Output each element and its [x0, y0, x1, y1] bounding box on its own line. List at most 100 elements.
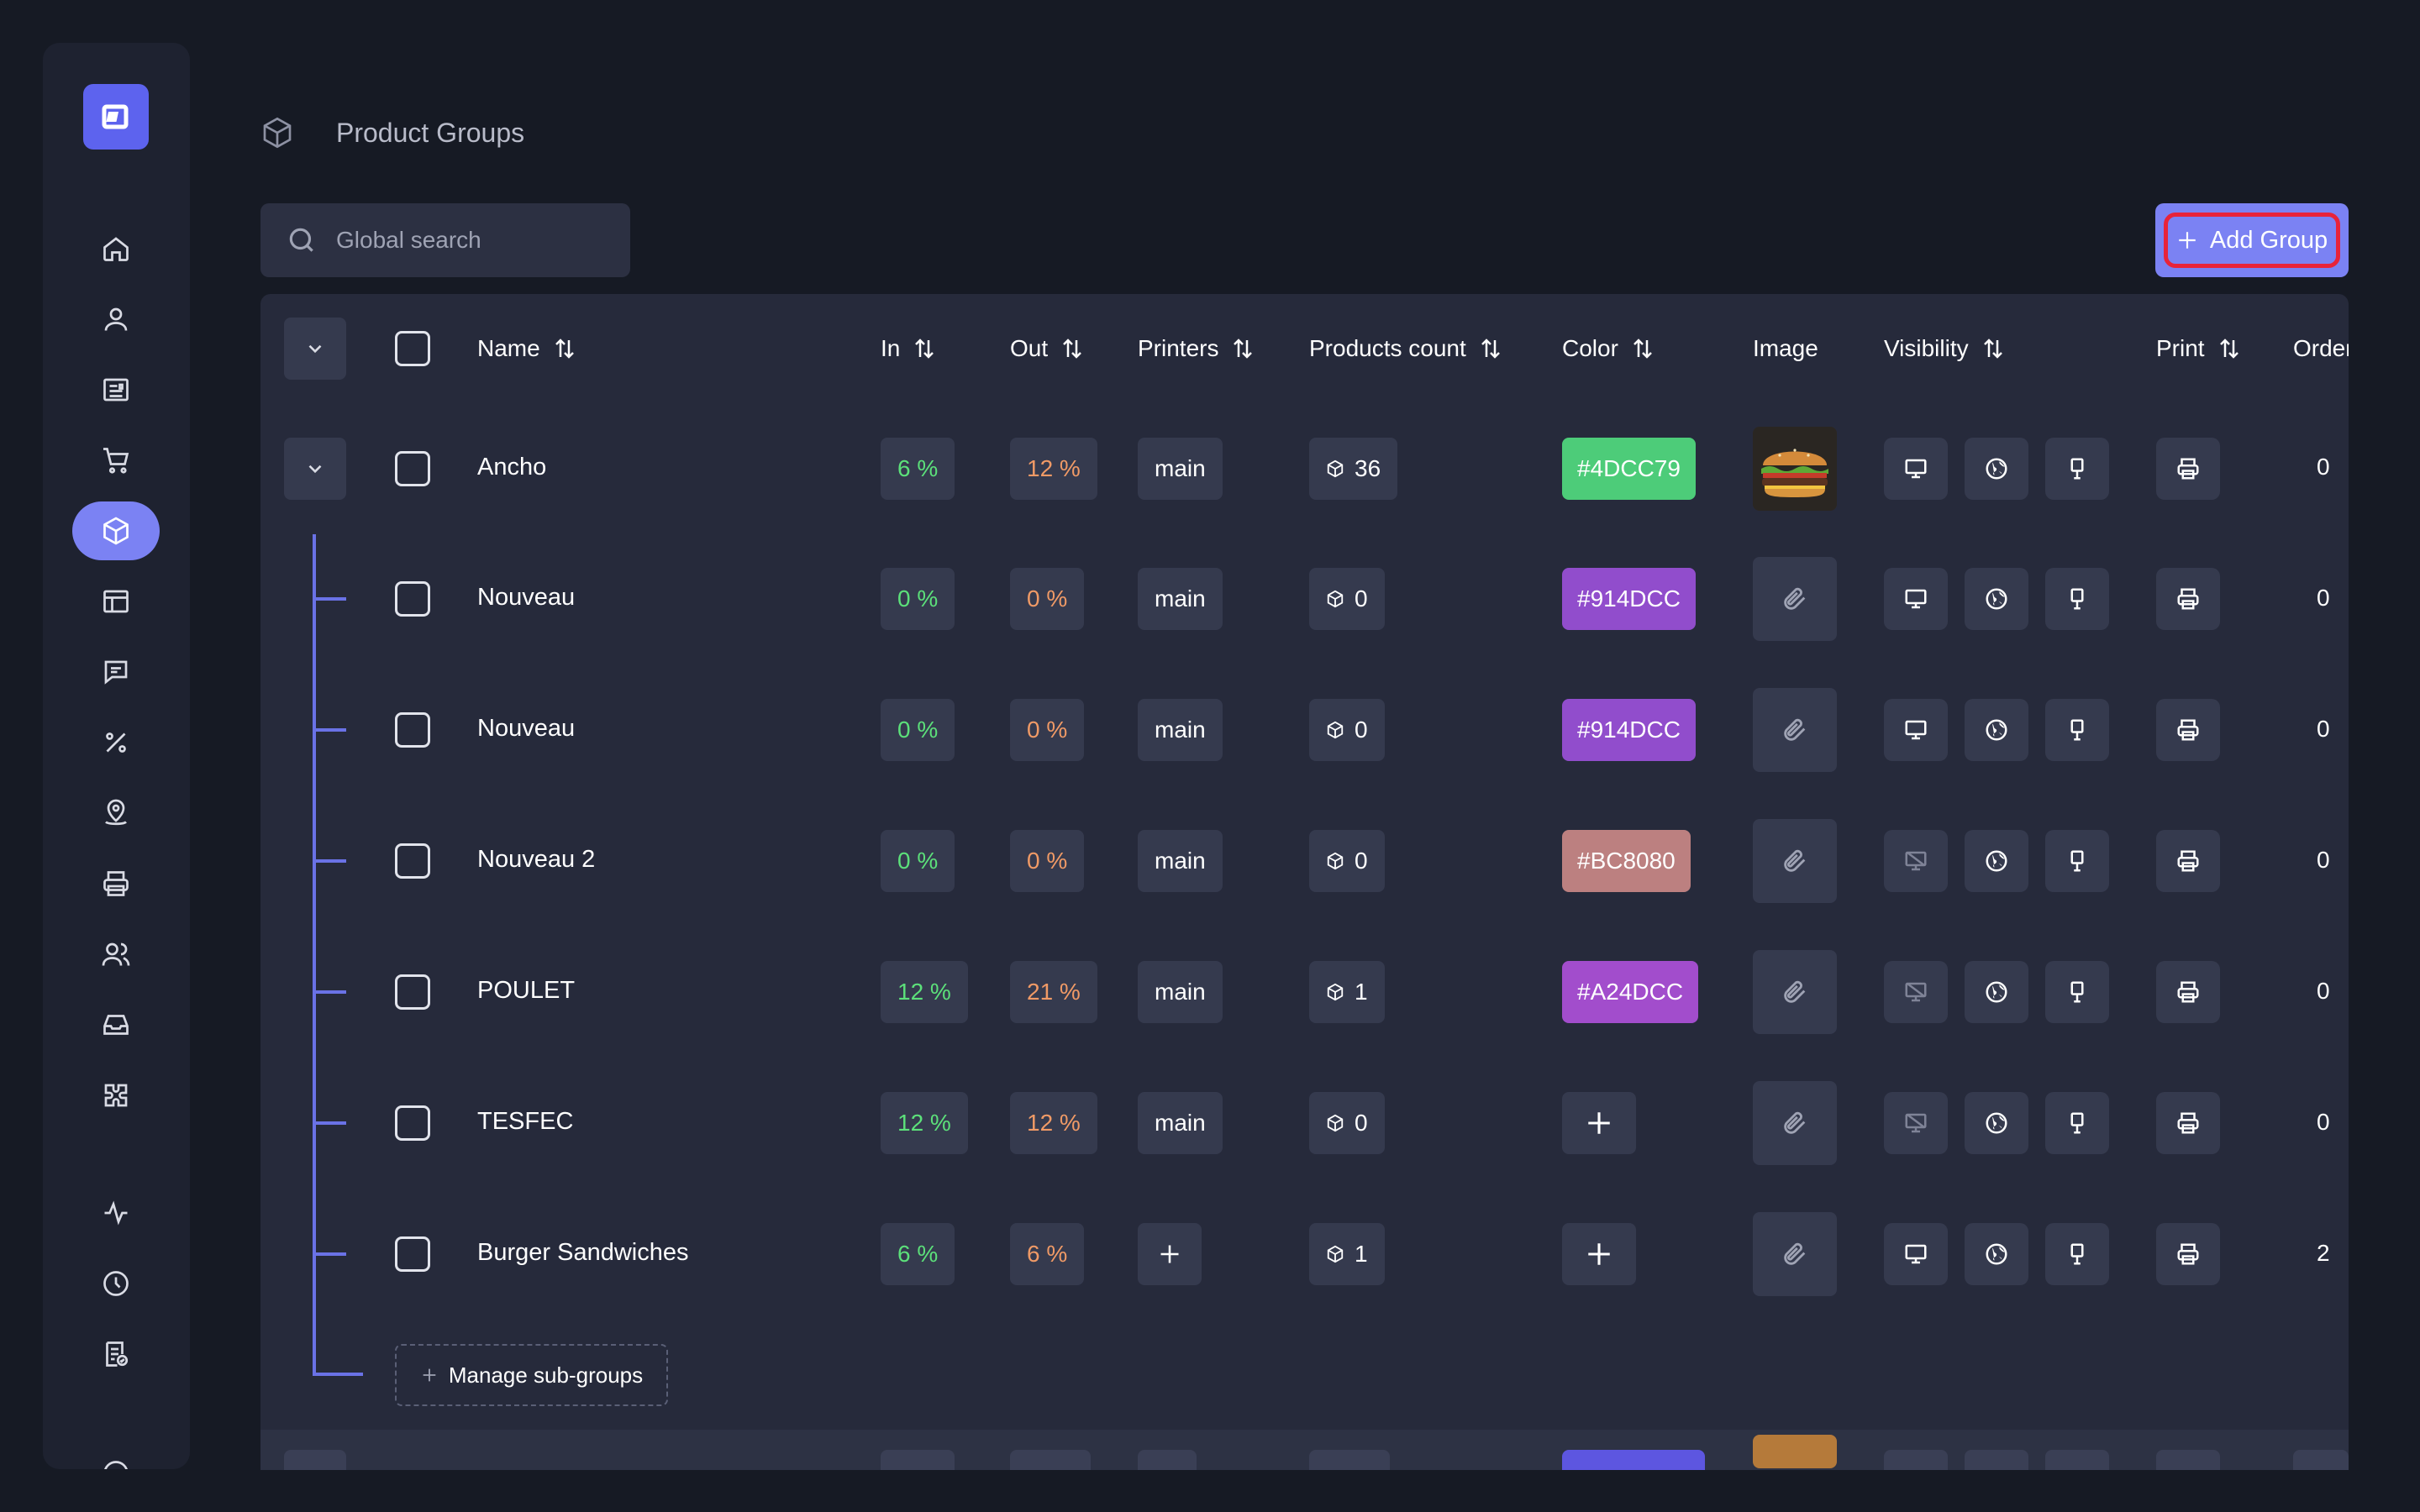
- row-checkbox[interactable]: [395, 581, 430, 617]
- attach-image-button[interactable]: [1753, 819, 1837, 903]
- nav-inbox[interactable]: [72, 995, 160, 1054]
- printer-tag[interactable]: main: [1138, 438, 1223, 500]
- visibility-display-toggle[interactable]: [1884, 1223, 1948, 1285]
- add-group-button-inner[interactable]: Add Group: [2164, 213, 2340, 268]
- col-out[interactable]: Out: [1010, 294, 1085, 403]
- group-image[interactable]: [1753, 1435, 1837, 1468]
- select-all-checkbox[interactable]: [395, 331, 430, 366]
- row-checkbox[interactable]: [395, 974, 430, 1010]
- search-input[interactable]: [336, 227, 588, 254]
- print-toggle[interactable]: [2156, 438, 2220, 500]
- row-checkbox[interactable]: [395, 843, 430, 879]
- visibility-kiosk-toggle[interactable]: [2045, 961, 2109, 1023]
- attach-image-button[interactable]: [1753, 1212, 1837, 1296]
- attach-image-button[interactable]: [1753, 557, 1837, 641]
- add-group-button[interactable]: Add Group: [2155, 203, 2349, 277]
- col-printers[interactable]: Printers: [1138, 294, 1255, 403]
- nav-table[interactable]: [72, 572, 160, 631]
- nav-reports[interactable]: [72, 1325, 160, 1383]
- row-checkbox[interactable]: [395, 1236, 430, 1272]
- nav-help[interactable]: [72, 1444, 160, 1469]
- group-image-burger[interactable]: [1753, 427, 1837, 511]
- nav-locations[interactable]: [72, 784, 160, 843]
- app-logo[interactable]: [83, 84, 149, 150]
- row-checkbox[interactable]: [395, 1105, 430, 1141]
- printer-tag[interactable]: main: [1138, 961, 1223, 1023]
- add-color-button[interactable]: [1562, 1092, 1636, 1154]
- visibility-kiosk-toggle[interactable]: [2045, 1092, 2109, 1154]
- visibility-display-toggle[interactable]: [1884, 438, 1948, 500]
- col-color[interactable]: Color: [1562, 294, 1655, 403]
- print-toggle[interactable]: [2156, 1450, 2220, 1470]
- nav-user[interactable]: [72, 290, 160, 349]
- printer-tag[interactable]: main: [1138, 1092, 1223, 1154]
- nav-home[interactable]: [72, 219, 160, 278]
- nav-chat[interactable]: [72, 643, 160, 701]
- add-color-button[interactable]: [1562, 1223, 1636, 1285]
- add-printer-button[interactable]: [1138, 1223, 1202, 1285]
- visibility-kiosk-toggle[interactable]: [2045, 1450, 2109, 1470]
- visibility-display-toggle[interactable]: [1884, 830, 1948, 892]
- visibility-display-toggle[interactable]: [1884, 568, 1948, 630]
- color-badge[interactable]: #BC8080: [1562, 830, 1691, 892]
- collapse-row-button[interactable]: [284, 438, 346, 500]
- nav-product-groups[interactable]: [72, 501, 160, 560]
- row-checkbox[interactable]: [395, 451, 430, 486]
- col-name[interactable]: Name: [477, 294, 577, 403]
- visibility-kiosk-toggle[interactable]: [2045, 699, 2109, 761]
- row-checkbox[interactable]: [395, 712, 430, 748]
- visibility-kiosk-toggle[interactable]: [2045, 438, 2109, 500]
- expand-all-button[interactable]: [284, 318, 346, 380]
- nav-integrations[interactable]: [72, 1066, 160, 1125]
- row-expander[interactable]: [284, 1450, 346, 1470]
- visibility-display-toggle[interactable]: [1884, 1092, 1948, 1154]
- print-toggle[interactable]: [2156, 830, 2220, 892]
- color-badge[interactable]: #914DCC: [1562, 568, 1696, 630]
- printer-tag[interactable]: main: [1138, 568, 1223, 630]
- manage-subgroups-button[interactable]: Manage sub-groups: [395, 1344, 668, 1406]
- attach-image-button[interactable]: [1753, 1081, 1837, 1165]
- visibility-web-toggle[interactable]: [1965, 1223, 2028, 1285]
- printer-tag[interactable]: main: [1138, 699, 1223, 761]
- nav-orders[interactable]: [72, 360, 160, 419]
- color-badge[interactable]: #914DCC: [1562, 699, 1696, 761]
- visibility-display-toggle[interactable]: [1884, 1450, 1948, 1470]
- nav-cart[interactable]: [72, 431, 160, 490]
- print-toggle[interactable]: [2156, 961, 2220, 1023]
- attach-image-button[interactable]: [1753, 688, 1837, 772]
- visibility-kiosk-toggle[interactable]: [2045, 568, 2109, 630]
- visibility-display-toggle[interactable]: [1884, 961, 1948, 1023]
- col-visibility[interactable]: Visibility: [1884, 294, 2006, 403]
- col-print[interactable]: Print: [2156, 294, 2242, 403]
- nav-printers[interactable]: [72, 854, 160, 913]
- col-in[interactable]: In: [881, 294, 937, 403]
- col-order[interactable]: Order: [2293, 294, 2349, 403]
- nav-activity[interactable]: [72, 1184, 160, 1242]
- visibility-display-toggle[interactable]: [1884, 699, 1948, 761]
- color-badge[interactable]: #4DCC79: [1562, 438, 1696, 500]
- nav-discounts[interactable]: [72, 713, 160, 772]
- visibility-kiosk-toggle[interactable]: [2045, 1223, 2109, 1285]
- products-count: 1: [1309, 961, 1385, 1023]
- attach-image-button[interactable]: [1753, 950, 1837, 1034]
- visibility-web-toggle[interactable]: [1965, 1092, 2028, 1154]
- print-toggle[interactable]: [2156, 1223, 2220, 1285]
- visibility-web-toggle[interactable]: [1965, 699, 2028, 761]
- nav-staff[interactable]: [72, 925, 160, 984]
- visibility-web-toggle[interactable]: [1965, 961, 2028, 1023]
- color-badge[interactable]: #A24DCC: [1562, 961, 1699, 1023]
- visibility-web-toggle[interactable]: [1965, 830, 2028, 892]
- visibility-web-toggle[interactable]: [1965, 438, 2028, 500]
- visibility-kiosk-toggle[interactable]: [2045, 830, 2109, 892]
- print-toggle[interactable]: [2156, 568, 2220, 630]
- printer-tag[interactable]: main: [1138, 830, 1223, 892]
- printer-tag[interactable]: [1138, 1450, 1197, 1470]
- color-badge[interactable]: [1562, 1450, 1705, 1470]
- global-search[interactable]: [260, 203, 630, 277]
- print-toggle[interactable]: [2156, 699, 2220, 761]
- visibility-web-toggle[interactable]: [1965, 568, 2028, 630]
- print-toggle[interactable]: [2156, 1092, 2220, 1154]
- nav-history[interactable]: [72, 1254, 160, 1313]
- visibility-web-toggle[interactable]: [1965, 1450, 2028, 1470]
- col-products-count[interactable]: Products count: [1309, 294, 1503, 403]
